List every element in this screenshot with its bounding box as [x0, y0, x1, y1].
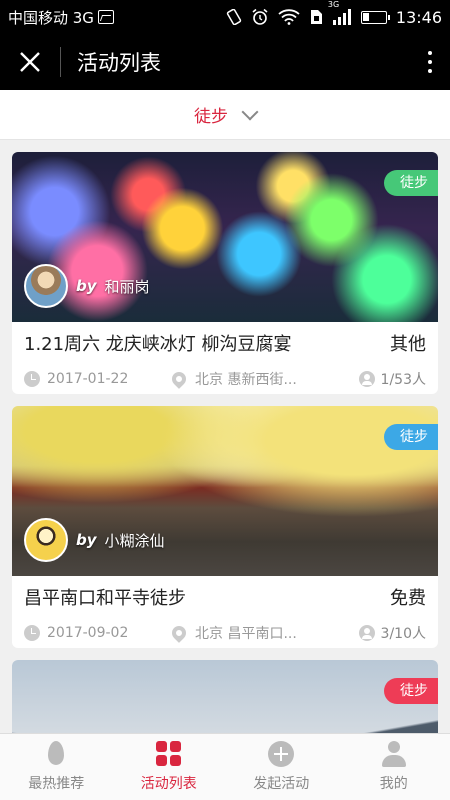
category-filter-dropdown[interactable]: 徒步: [0, 90, 450, 140]
network-type-badge: 3G: [327, 0, 340, 9]
activity-price: 免费: [390, 588, 426, 609]
nav-me[interactable]: 我的: [338, 734, 450, 800]
nav-activity-list[interactable]: 活动列表: [113, 734, 226, 800]
activity-location: 北京 惠新西街...: [195, 372, 297, 388]
activity-card[interactable]: 徒步 by 和丽岗 1.21周六 龙庆峡冰灯 柳沟豆腐宴 其他 2017-01-…: [12, 152, 438, 394]
signal-icon: [332, 9, 351, 25]
author-name: 和丽岗: [104, 277, 150, 296]
carrier-label: 中国移动 3G: [8, 8, 94, 27]
participants-icon: [358, 371, 375, 387]
activity-image: 徒步 by 和丽岗: [12, 152, 438, 322]
title-bar: 活动列表: [0, 34, 450, 90]
author-info: by 小糊涂仙: [24, 518, 165, 562]
avatar: [24, 518, 68, 562]
participants-icon: [358, 625, 375, 641]
by-label: by: [76, 531, 97, 549]
bottom-nav: 最热推荐 活动列表 发起活动 我的: [0, 733, 450, 800]
by-label: by: [76, 277, 97, 295]
category-tag: 徒步: [384, 424, 438, 450]
nav-label: 活动列表: [140, 776, 197, 792]
location-pin-icon: [172, 623, 189, 643]
more-button[interactable]: [410, 34, 450, 90]
activity-location: 北京 昌平南口...: [195, 626, 297, 642]
participant-count: 1/53人: [380, 372, 426, 388]
more-vertical-icon: [428, 51, 432, 55]
chevron-down-icon: [241, 103, 259, 120]
activity-card[interactable]: 徒步 by 小糊涂仙 昌平南口和平寺徒步 免费 2017-09-02 北京 昌平…: [12, 406, 438, 648]
activity-title: 昌平南口和平寺徒步: [24, 588, 186, 609]
activity-list[interactable]: 徒步 by 和丽岗 1.21周六 龙庆峡冰灯 柳沟豆腐宴 其他 2017-01-…: [0, 140, 450, 733]
filter-selected-label: 徒步: [194, 107, 228, 127]
clock-time: 13:46: [395, 7, 442, 27]
category-tag: 徒步: [384, 678, 438, 704]
page-title: 活动列表: [77, 51, 161, 75]
author-name: 小糊涂仙: [104, 531, 165, 550]
avatar: [24, 264, 68, 308]
activity-date: 2017-01-22: [47, 371, 129, 387]
grid-icon: [156, 741, 182, 766]
nav-label: 发起活动: [253, 776, 310, 792]
activity-card[interactable]: 徒步: [12, 660, 438, 733]
activity-price: 其他: [390, 334, 426, 355]
battery-icon: [360, 10, 390, 24]
category-tag: 徒步: [384, 170, 438, 196]
close-icon: [20, 52, 40, 72]
activity-image: 徒步 by 小糊涂仙: [12, 406, 438, 576]
status-bar: 中国移动 3G 3G 13:46: [0, 0, 450, 34]
nav-label: 我的: [379, 776, 408, 792]
sim-icon: [310, 10, 322, 24]
wifi-icon: [278, 9, 300, 25]
author-info: by 和丽岗: [24, 264, 150, 308]
flame-icon: [48, 741, 65, 765]
nav-hot-recommend[interactable]: 最热推荐: [0, 734, 113, 800]
user-icon: [381, 741, 407, 767]
close-button[interactable]: [0, 34, 60, 90]
activity-title: 1.21周六 龙庆峡冰灯 柳沟豆腐宴: [24, 334, 292, 355]
nav-label: 最热推荐: [28, 776, 85, 792]
plus-circle-icon: [268, 741, 295, 767]
clock-icon: [24, 371, 40, 387]
nav-create-activity[interactable]: 发起活动: [225, 734, 338, 800]
alarm-icon: [252, 8, 268, 25]
image-icon: [97, 10, 114, 24]
participant-count: 3/10人: [380, 626, 426, 642]
activity-image: 徒步: [12, 660, 438, 733]
location-pin-icon: [172, 369, 189, 389]
vibrate-icon: [226, 9, 242, 25]
activity-date: 2017-09-02: [47, 625, 129, 641]
clock-icon: [24, 625, 40, 641]
